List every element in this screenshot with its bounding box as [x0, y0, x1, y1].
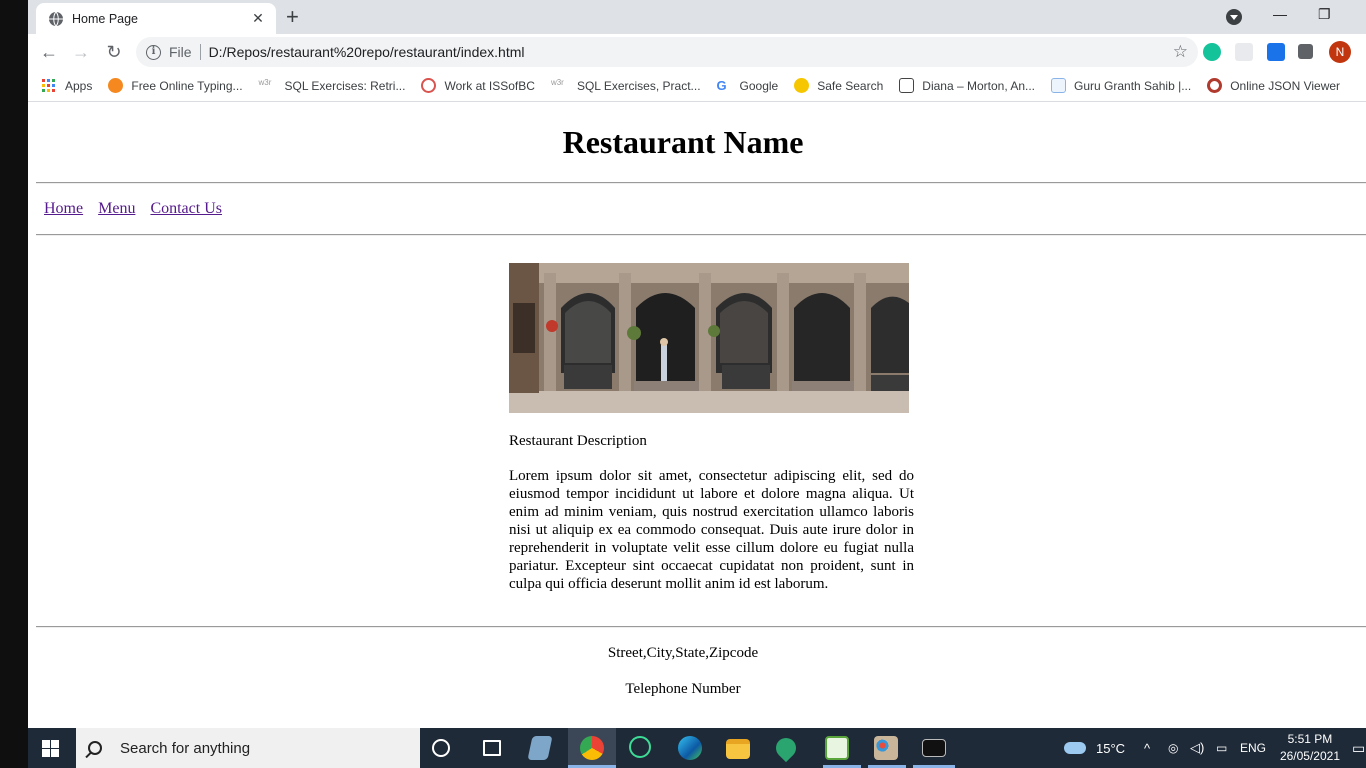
reload-icon[interactable]: ↻ — [103, 41, 125, 63]
bookmark-apps[interactable]: Apps — [42, 79, 92, 93]
bookmark-sql-retrieve[interactable]: w3r SQL Exercises: Retri... — [259, 78, 406, 93]
clock-time: 5:51 PM — [1287, 732, 1333, 746]
cortana-icon[interactable] — [432, 739, 450, 757]
bookmark-diana[interactable]: Diana – Morton, An... — [899, 78, 1035, 93]
tab-close-icon[interactable]: ✕ — [250, 10, 266, 27]
bookmark-guru-granth[interactable]: Guru Granth Sahib |... — [1051, 78, 1191, 93]
volume-icon[interactable]: ◁) — [1190, 728, 1204, 768]
extension-icon[interactable] — [1235, 43, 1253, 61]
windows-taskbar: Search for anything 15°C ^ ◎ ◁) ▭ ENG 5:… — [28, 728, 1366, 768]
header-divider — [36, 182, 1366, 184]
address-bar[interactable]: i File D:/Repos/restaurant%20repo/restau… — [136, 37, 1198, 67]
notifications-icon[interactable]: ▭ — [1352, 728, 1365, 768]
bookmark-label: Google — [739, 78, 779, 93]
book-icon — [899, 78, 915, 93]
bookmark-label: Safe Search — [817, 78, 884, 93]
json-viewer-icon — [1207, 78, 1223, 93]
maps-icon[interactable] — [771, 733, 801, 763]
browser-window: Home Page ✕ + — ❐ ← → ↻ i File D:/Repos/… — [28, 0, 1366, 728]
globe-icon — [49, 11, 63, 26]
bookmark-label: SQL Exercises, Pract... — [576, 78, 701, 93]
browser-toolbar: ← → ↻ i File D:/Repos/restaurant%20repo/… — [28, 34, 1366, 70]
file-explorer-icon[interactable] — [726, 739, 750, 759]
profile-avatar[interactable]: N — [1329, 41, 1351, 63]
puzzle-icon[interactable] — [1298, 44, 1313, 59]
w3r-icon: w3r — [550, 78, 564, 87]
bookmark-safe-search[interactable]: Safe Search — [794, 78, 883, 93]
new-tab-button[interactable]: + — [286, 6, 299, 28]
nav-link-contact-us[interactable]: Contact Us — [150, 200, 222, 217]
tab-home-page[interactable]: Home Page ✕ — [36, 3, 276, 34]
safe-search-icon — [794, 78, 810, 93]
bookmark-label: Work at ISSofBC — [444, 78, 535, 93]
atom-icon[interactable] — [629, 736, 651, 758]
site-info-icon[interactable]: i — [146, 44, 161, 60]
site-nav: Home Menu Contact Us — [44, 200, 233, 218]
tab-strip: Home Page ✕ + — ❐ — [28, 0, 1366, 34]
grammarly-icon[interactable] — [1203, 43, 1221, 61]
scheme-label: File — [169, 44, 201, 60]
show-hidden-icons-icon[interactable]: ^ — [1144, 728, 1150, 768]
clock-date: 26/05/2021 — [1279, 749, 1340, 763]
nav-link-home[interactable]: Home — [44, 200, 83, 217]
page-title: Restaurant Name — [562, 124, 804, 160]
bookmark-label: Apps — [65, 78, 93, 93]
nav-link-menu[interactable]: Menu — [98, 200, 135, 217]
task-view-icon[interactable] — [483, 740, 501, 756]
restaurant-storefront-image — [509, 263, 909, 413]
paint-icon[interactable] — [874, 736, 898, 760]
back-arrow-icon[interactable]: ← — [38, 41, 60, 63]
battery-icon[interactable]: ▭ — [1216, 728, 1227, 768]
typing-icon — [108, 78, 124, 93]
language-indicator[interactable]: ENG — [1240, 728, 1266, 768]
description-text: Lorem ipsum dolor sit amet, consectetur … — [509, 468, 914, 592]
address-text: Street,City,State,Zipcode — [607, 645, 759, 661]
document-icon — [1051, 78, 1067, 93]
bookmark-json-viewer[interactable]: Online JSON Viewer — [1207, 78, 1340, 93]
url-text[interactable]: D:/Repos/restaurant%20repo/restaurant/in… — [209, 44, 525, 60]
taskbar-clock[interactable]: 5:51 PM 26/05/2021 — [1280, 731, 1340, 765]
cloud-icon — [1064, 742, 1086, 754]
bookmarks-bar: Apps Free Online Typing... w3r SQL Exerc… — [28, 70, 1366, 102]
bookmark-sql-practice[interactable]: w3r SQL Exercises, Pract... — [551, 78, 701, 93]
apps-grid-icon — [42, 79, 55, 92]
issofbc-icon — [421, 78, 437, 93]
windows-start-icon[interactable] — [42, 740, 59, 757]
w3r-icon: w3r — [258, 78, 272, 87]
web-page: Restaurant Name Home Menu Contact Us Res… — [28, 102, 1366, 728]
notepad-icon[interactable] — [527, 736, 553, 760]
description-title: Restaurant Description — [509, 433, 647, 449]
tab-search-icon[interactable] — [1226, 9, 1242, 25]
search-icon — [88, 741, 102, 755]
tab-title: Home Page — [72, 11, 139, 26]
bookmark-label: Diana – Morton, An... — [922, 78, 1036, 93]
bookmark-label: Free Online Typing... — [131, 78, 243, 93]
chrome-icon[interactable] — [580, 736, 604, 760]
charts-app-icon[interactable] — [825, 736, 849, 760]
bookmark-label: Online JSON Viewer — [1230, 78, 1341, 93]
google-icon: G — [716, 78, 727, 93]
bookmark-label: Guru Granth Sahib |... — [1074, 78, 1192, 93]
bookmark-issofbc[interactable]: Work at ISSofBC — [421, 78, 535, 93]
telephone-text: Telephone Number — [625, 681, 741, 697]
bookmark-google[interactable]: G Google — [717, 78, 779, 93]
weather-temp: 15°C — [1096, 740, 1126, 756]
screen-capture-icon[interactable] — [1267, 43, 1285, 61]
bookmark-star-icon[interactable]: ☆ — [1173, 42, 1188, 62]
taskbar-search-placeholder: Search for anything — [120, 739, 251, 757]
restore-button[interactable]: ❐ — [1318, 6, 1331, 23]
footer-divider — [36, 626, 1366, 628]
taskbar-search[interactable]: Search for anything — [76, 728, 420, 768]
edge-icon[interactable] — [678, 736, 702, 760]
bookmark-label: SQL Exercises: Retri... — [284, 78, 406, 93]
bookmark-typing[interactable]: Free Online Typing... — [108, 78, 243, 93]
weather-widget[interactable]: 15°C — [1064, 728, 1125, 768]
forward-arrow-icon[interactable]: → — [70, 41, 92, 63]
meet-now-icon[interactable]: ◎ — [1168, 728, 1178, 768]
command-prompt-icon[interactable] — [922, 739, 946, 757]
minimize-button[interactable]: — — [1273, 6, 1287, 22]
nav-divider — [36, 234, 1366, 236]
